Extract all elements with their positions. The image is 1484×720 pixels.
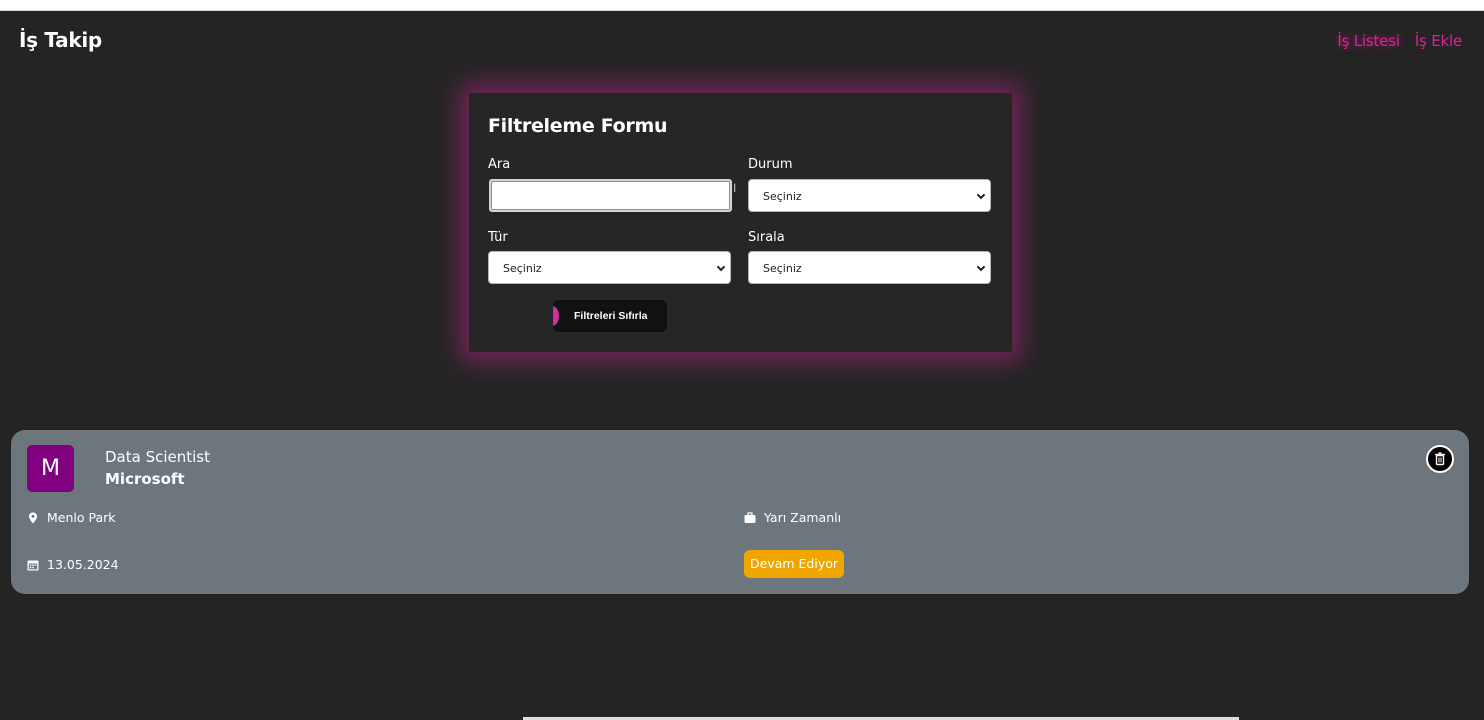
- sort-label: Sırala: [748, 230, 785, 245]
- calendar-icon: [27, 560, 39, 570]
- search-label: Ara: [488, 157, 511, 172]
- sort-select[interactable]: Seçiniz: [748, 251, 991, 284]
- job-location: Menlo Park: [27, 510, 116, 525]
- type-label: Tür: [488, 230, 508, 245]
- job-company: Microsoft: [105, 470, 185, 488]
- job-type: Yarı Zamanlı: [744, 510, 841, 525]
- app-header: İş Takip İş Listesi İş Ekle: [0, 11, 1484, 71]
- chevron-down-icon: [976, 262, 986, 272]
- trash-icon: [1435, 452, 1445, 466]
- brand-logo[interactable]: İş Takip: [19, 28, 102, 52]
- browser-top-strip: [0, 0, 1484, 11]
- map-pin-icon: [29, 512, 37, 523]
- job-location-text: Menlo Park: [47, 510, 116, 525]
- status-label: Durum: [748, 157, 793, 172]
- button-accent: [553, 306, 559, 326]
- status-select[interactable]: Seçiniz: [748, 179, 991, 212]
- sort-select-value: Seçiniz: [763, 262, 802, 275]
- delete-job-button[interactable]: [1426, 445, 1454, 473]
- job-card: M Data Scientist Microsoft Menlo Park Ya…: [11, 430, 1469, 594]
- text-cursor-icon: I: [733, 181, 737, 195]
- filter-form: Filtreleme Formu Ara I Durum Seçiniz Tür…: [469, 93, 1012, 352]
- filter-form-title: Filtreleme Formu: [488, 115, 668, 137]
- company-avatar: M: [27, 445, 74, 492]
- briefcase-icon: [744, 511, 756, 523]
- search-input[interactable]: [489, 179, 732, 212]
- reset-filters-button[interactable]: Filtreleri Sıfırla: [553, 300, 667, 332]
- reset-filters-label: Filtreleri Sıfırla: [574, 310, 648, 322]
- nav-link-add-job[interactable]: İş Ekle: [1415, 32, 1462, 50]
- chevron-down-icon: [716, 262, 726, 272]
- nav-link-job-list[interactable]: İş Listesi: [1337, 32, 1400, 50]
- job-type-text: Yarı Zamanlı: [764, 510, 842, 525]
- job-position: Data Scientist: [105, 448, 210, 466]
- job-date: 13.05.2024: [27, 557, 119, 572]
- type-select-value: Seçiniz: [503, 262, 542, 275]
- status-select-value: Seçiniz: [763, 190, 802, 203]
- job-date-text: 13.05.2024: [47, 557, 119, 572]
- status-badge: Devam Ediyor: [744, 550, 845, 578]
- chevron-down-icon: [976, 190, 986, 200]
- type-select[interactable]: Seçiniz: [488, 251, 731, 284]
- main-nav: İş Listesi İş Ekle: [1337, 32, 1462, 50]
